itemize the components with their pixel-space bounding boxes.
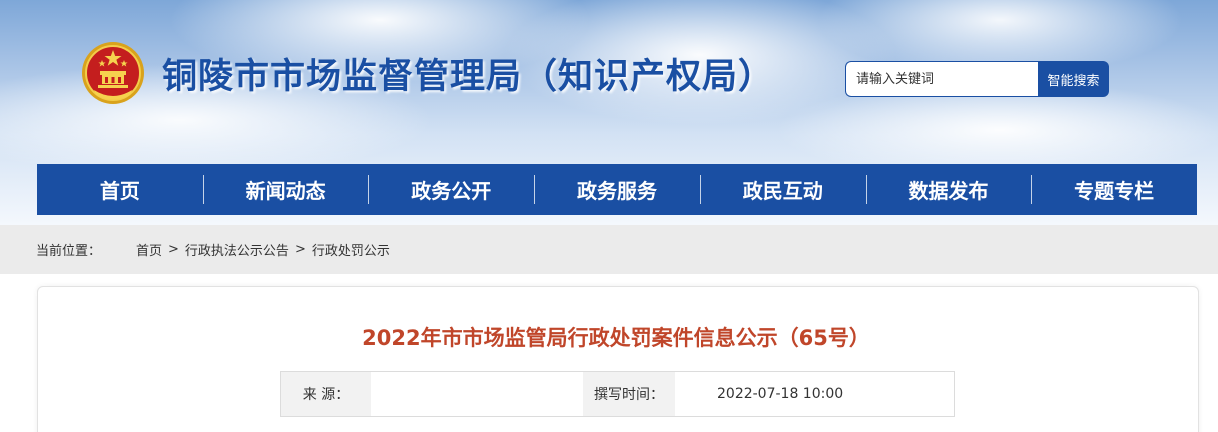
source-value (371, 372, 583, 416)
source-label: 来 源： (281, 372, 371, 416)
publish-time-value: 2022-07-18 10:00 (675, 372, 954, 416)
search-input[interactable] (845, 61, 1038, 97)
nav-item-gov-service[interactable]: 政务服务 (534, 164, 700, 215)
nav-item-home[interactable]: 首页 (37, 164, 203, 215)
article-title: 2022年市市场监管局行政处罚案件信息公示（65号） (362, 326, 870, 350)
nav-item-gov-open[interactable]: 政务公开 (368, 164, 534, 215)
article-meta-table: 来 源： 撰写时间： 2022-07-18 10:00 (280, 371, 955, 417)
breadcrumb-link-enforcement[interactable]: 行政执法公示公告 (185, 240, 289, 259)
publish-time-label: 撰写时间： (583, 372, 675, 416)
national-emblem-icon[interactable] (80, 40, 146, 106)
breadcrumb-separator: > (168, 242, 179, 257)
breadcrumb: 当前位置： 首页 > 行政执法公示公告 > 行政处罚公示 (36, 225, 390, 274)
breadcrumb-link-home[interactable]: 首页 (136, 240, 162, 259)
main-nav: 首页 新闻动态 政务公开 政务服务 政民互动 数据发布 专题专栏 (37, 164, 1197, 215)
nav-item-interaction[interactable]: 政民互动 (699, 164, 866, 215)
site-title: 铜陵市市场监督管理局（知识产权局） (162, 57, 775, 97)
breadcrumb-bar: 当前位置： 首页 > 行政执法公示公告 > 行政处罚公示 (0, 225, 1218, 274)
nav-item-news[interactable]: 新闻动态 (202, 164, 369, 215)
breadcrumb-link-penalty[interactable]: 行政处罚公示 (312, 240, 390, 259)
search-box: 智能搜索 (845, 61, 1109, 97)
search-button[interactable]: 智能搜索 (1038, 61, 1109, 97)
nav-item-special-topics[interactable]: 专题专栏 (1031, 164, 1197, 215)
breadcrumb-separator: > (294, 242, 306, 257)
nav-item-data-release[interactable]: 数据发布 (865, 164, 1032, 215)
breadcrumb-label: 当前位置： (36, 244, 102, 259)
